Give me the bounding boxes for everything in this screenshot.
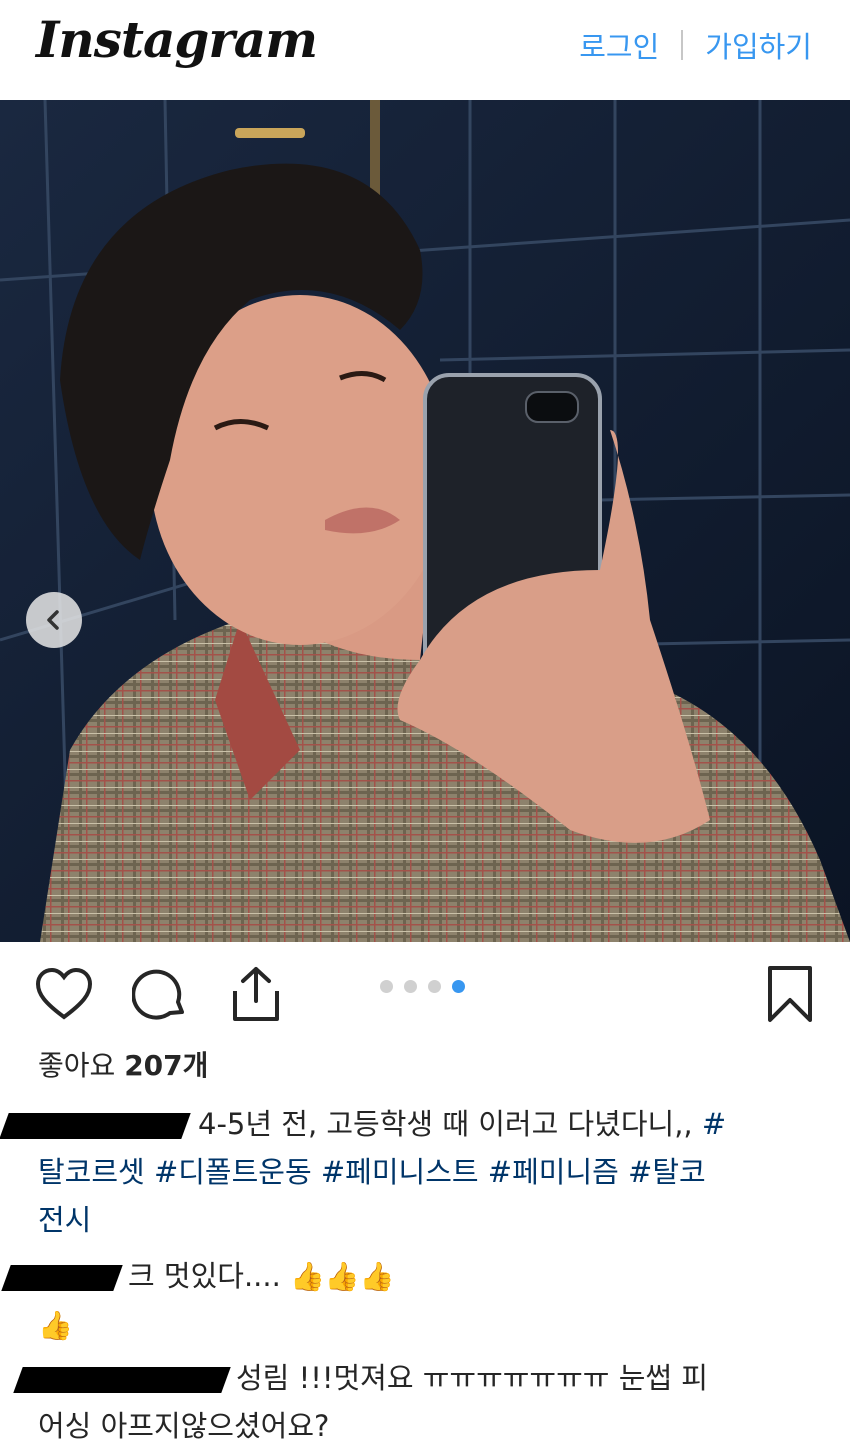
thumbs-up-icon: 👍 <box>38 1309 73 1342</box>
comment-item: 크 멋있다.... 👍👍👍 👍 <box>1 1252 786 1350</box>
likes-label: 좋아요 <box>38 1049 116 1082</box>
post-actions <box>0 942 850 1037</box>
signup-link[interactable]: 가입하기 <box>705 24 812 66</box>
thumbs-up-icon: 👍 <box>359 1260 395 1293</box>
comment-text-line1: 성림 !!!멋져요 ㅠㅠㅠㅠㅠㅠㅠ 눈썹 피 <box>236 1361 708 1395</box>
auth-links: 로그인 가입하기 <box>579 24 812 66</box>
likes-count[interactable]: 좋아요 207개 <box>38 1044 208 1084</box>
post-caption: 4-5년 전, 고등학생 때 이러고 다녔다니,, # 탈코르셋 #디폴트운동 … <box>0 1100 784 1244</box>
comment-item: 성림 !!!멋져요 ㅠㅠㅠㅠㅠㅠㅠ 눈썹 피 어싱 아프지않으셨어요? <box>13 1354 808 1448</box>
thumbs-up-icon: 👍 <box>290 1260 325 1293</box>
post-photo[interactable] <box>0 100 850 942</box>
carousel-dot <box>428 980 441 993</box>
like-button[interactable] <box>34 964 94 1024</box>
redacted-username <box>1 1265 123 1291</box>
instagram-logo[interactable]: Instagram <box>36 10 318 69</box>
share-icon <box>233 967 279 1021</box>
carousel-dot <box>380 980 393 993</box>
redacted-username <box>13 1367 231 1393</box>
selfie-illustration <box>0 100 850 942</box>
login-link[interactable]: 로그인 <box>579 24 659 66</box>
carousel-dot <box>404 980 417 993</box>
hashtag[interactable]: #디폴트운동 <box>154 1155 312 1189</box>
hashtag[interactable]: 탈코르셋 <box>38 1155 145 1189</box>
thumbs-up-icon: 👍 <box>324 1260 360 1293</box>
hashtag[interactable]: #페미니즘 <box>488 1155 619 1189</box>
divider <box>681 30 684 60</box>
likes-number: 207개 <box>124 1049 209 1082</box>
comment-button[interactable] <box>130 964 190 1024</box>
carousel-indicator <box>380 980 465 993</box>
hashtag[interactable]: #페미니스트 <box>321 1155 479 1189</box>
top-bar: Instagram 로그인 가입하기 <box>0 0 850 100</box>
chevron-left-icon <box>47 610 59 630</box>
redacted-username <box>0 1113 191 1139</box>
hashtag[interactable]: #탈코 <box>628 1155 706 1189</box>
bookmark-icon <box>768 966 812 1022</box>
share-button[interactable] <box>226 964 286 1024</box>
carousel-prev-button[interactable] <box>26 592 82 648</box>
hashtag[interactable]: # <box>702 1107 726 1141</box>
caption-text: 4-5년 전, 고등학생 때 이러고 다녔다니,, <box>198 1107 693 1141</box>
comment-text: 크 멋있다.... <box>128 1259 281 1293</box>
comment-text-line2: 어싱 아프지않으셨어요? <box>38 1409 330 1443</box>
carousel-dot-active <box>452 980 465 993</box>
comment-icon <box>132 969 184 1020</box>
save-button[interactable] <box>760 964 820 1024</box>
hashtag[interactable]: 전시 <box>38 1203 91 1237</box>
heart-icon <box>35 967 93 1020</box>
